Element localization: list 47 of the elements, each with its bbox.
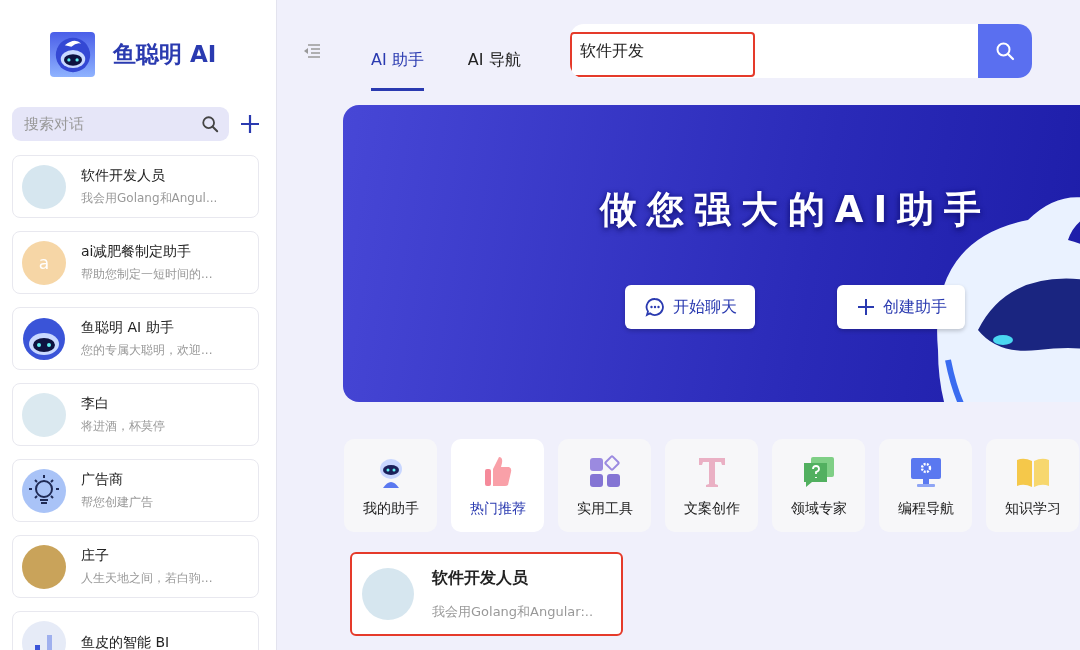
search-input[interactable]: 搜索对话 — [22, 114, 195, 134]
conversation-item[interactable]: 庄子 人生天地之间，若白驹... — [12, 535, 259, 598]
assistant-title: 软件开发人员 — [432, 567, 529, 589]
conversation-preview: 您的专属大聪明，欢迎... — [81, 341, 213, 359]
conversation-preview: 将进酒，杯莫停 — [81, 417, 165, 435]
conversation-title: 软件开发人员 — [81, 166, 166, 185]
assistant-description: 我会用Golang和Angular:.. — [432, 602, 594, 621]
search-bar[interactable]: 搜索对话 — [12, 107, 229, 141]
conversation-title: 庄子 — [81, 546, 110, 565]
create-assistant-button[interactable]: 创建助手 — [836, 285, 965, 329]
letter-avatar: a — [22, 240, 66, 285]
category-tab[interactable]: 实用工具 — [558, 439, 651, 532]
conversation-item[interactable]: 广告商 帮您创建广告 — [12, 459, 259, 522]
conversation-item[interactable]: a ai减肥餐制定助手 帮助您制定一短时间的... — [12, 231, 259, 294]
search-icon — [201, 115, 219, 133]
conversation-preview: 帮您创建广告 — [81, 493, 153, 511]
search-icon — [995, 41, 1015, 61]
start-chat-button[interactable]: 开始聊天 — [624, 285, 755, 329]
conversation-title: ai减肥餐制定助手 — [81, 242, 193, 261]
nav-tab[interactable]: AI 导航 — [467, 33, 521, 91]
conversation-item[interactable]: 软件开发人员 我会用Golang和Angul... — [12, 155, 259, 218]
conversation-title: 鱼聪明 AI 助手 — [81, 318, 175, 337]
category-tab[interactable]: 领域专家 — [772, 439, 865, 532]
add-button[interactable] — [239, 113, 261, 135]
conversation-preview: 人生天地之间，若白驹... — [81, 569, 213, 587]
conversation-title: 鱼皮的智能 BI — [81, 633, 170, 650]
category-tab[interactable]: 文案创作 — [665, 439, 758, 532]
search-button[interactable] — [978, 24, 1032, 78]
category-tab[interactable]: 编程导航 — [879, 439, 972, 532]
app-name: 鱼聪明 AI — [113, 40, 217, 69]
category-tab[interactable]: 知识学习 — [986, 439, 1079, 532]
conversation-preview: 我会用Golang和Angul... — [81, 189, 218, 207]
plus-icon — [856, 298, 875, 316]
conversation-title: 广告商 — [81, 470, 124, 489]
banner-title: 做您强大的AI助手 — [599, 187, 992, 233]
conversation-preview: 帮助您制定一短时间的... — [81, 265, 213, 283]
assistant-card[interactable]: 软件开发人员 我会用Golang和Angular:.. — [350, 552, 623, 636]
category-tab[interactable]: 我的助手 — [344, 439, 437, 532]
plus-icon — [239, 113, 261, 135]
conversation-item[interactable]: 鱼聪明 AI 助手 您的专属大聪明，欢迎... — [12, 307, 259, 370]
menu-icon[interactable] — [303, 43, 321, 59]
nav-tab[interactable]: AI 助手 — [371, 33, 424, 91]
conversation-title: 李白 — [81, 394, 110, 413]
category-tab[interactable]: 热门推荐 — [451, 439, 544, 532]
chat-bubble-icon — [644, 297, 665, 317]
conversation-item[interactable]: 李白 将进酒，杯莫停 — [12, 383, 259, 446]
conversation-item[interactable]: 鱼皮的智能 BI — [12, 611, 259, 650]
